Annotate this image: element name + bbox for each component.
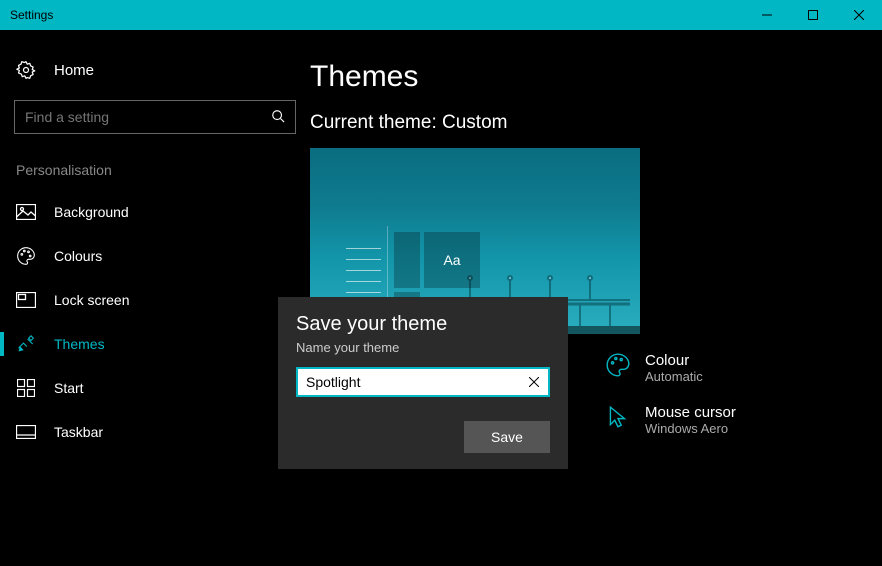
current-theme-prefix: Current theme: (310, 112, 442, 133)
sidebar-item-label: Background (54, 204, 129, 220)
theme-name-input[interactable] (296, 367, 550, 397)
picture-icon (16, 202, 36, 222)
option-value: Automatic (645, 369, 703, 384)
home-button[interactable]: Home (0, 50, 310, 90)
option-colour[interactable]: Colour Automatic (605, 352, 736, 384)
window-controls (744, 0, 882, 30)
sidebar-item-background[interactable]: Background (0, 190, 310, 234)
dialog-title: Save your theme (296, 313, 550, 336)
search-icon (271, 109, 285, 126)
preview-sample-text: Aa (424, 232, 480, 288)
themes-icon (16, 334, 36, 354)
search-input[interactable] (25, 109, 271, 125)
theme-options: Colour Automatic Mouse cursor Windows Ae… (605, 352, 736, 456)
cursor-icon (605, 404, 631, 430)
dialog-save-button[interactable]: Save (464, 421, 550, 453)
page-title: Themes (310, 60, 882, 94)
sidebar: Home Personalisation Background Colours (0, 30, 310, 566)
sidebar-item-colours[interactable]: Colours (0, 234, 310, 278)
titlebar: Settings (0, 0, 882, 30)
sidebar-item-label: Start (54, 380, 84, 396)
sidebar-item-label: Taskbar (54, 424, 103, 440)
sidebar-item-start[interactable]: Start (0, 366, 310, 410)
clear-input-button[interactable] (524, 372, 544, 392)
start-icon (16, 378, 36, 398)
maximize-button[interactable] (790, 0, 836, 30)
sidebar-item-label: Themes (54, 336, 105, 352)
palette-icon (605, 352, 631, 378)
sidebar-item-themes[interactable]: Themes (0, 322, 310, 366)
home-label: Home (54, 62, 94, 79)
sidebar-item-label: Colours (54, 248, 102, 264)
window-title: Settings (10, 8, 53, 22)
search-box[interactable] (14, 100, 296, 134)
option-label: Mouse cursor (645, 404, 736, 421)
sidebar-item-lockscreen[interactable]: Lock screen (0, 278, 310, 322)
sidebar-item-taskbar[interactable]: Taskbar (0, 410, 310, 454)
section-header: Personalisation (0, 156, 310, 190)
option-value: Windows Aero (645, 421, 736, 436)
save-theme-dialog: Save your theme Name your theme Save (278, 297, 568, 469)
option-label: Colour (645, 352, 703, 369)
dialog-subtitle: Name your theme (296, 340, 550, 355)
active-indicator (0, 332, 4, 356)
close-button[interactable] (836, 0, 882, 30)
option-cursor[interactable]: Mouse cursor Windows Aero (605, 404, 736, 436)
taskbar-icon (16, 422, 36, 442)
sidebar-item-label: Lock screen (54, 292, 129, 308)
current-theme-name: Custom (442, 112, 507, 133)
lockscreen-icon (16, 290, 36, 310)
minimize-button[interactable] (744, 0, 790, 30)
gear-icon (16, 60, 36, 80)
palette-icon (16, 246, 36, 266)
current-theme-heading: Current theme: Custom (310, 112, 882, 134)
